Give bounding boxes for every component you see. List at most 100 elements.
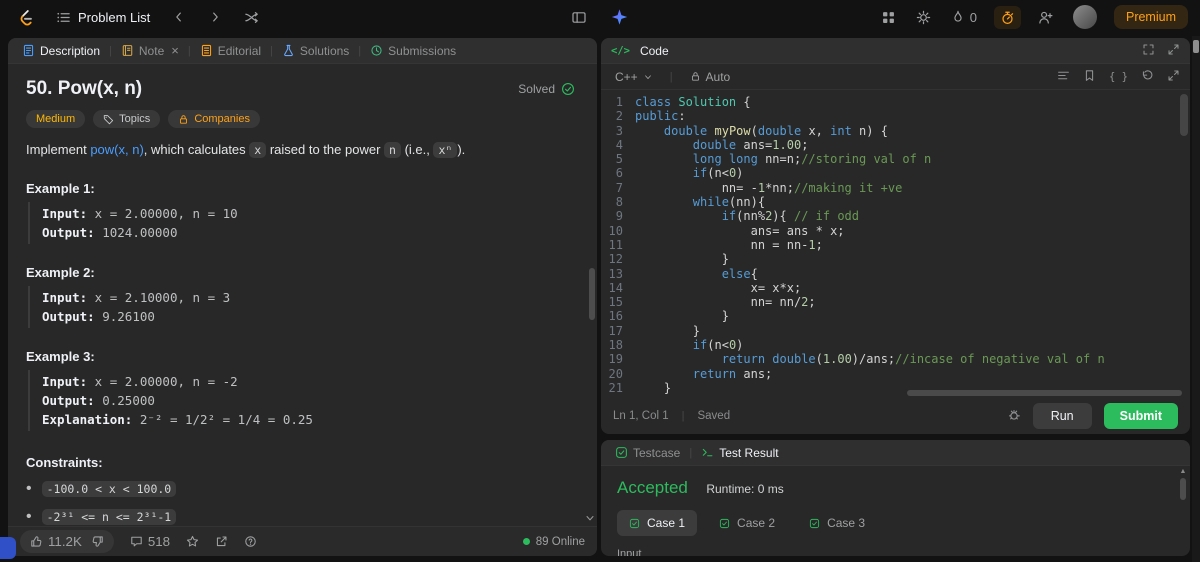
bracket-match-button[interactable]: { }	[1109, 71, 1128, 83]
code-line[interactable]: 4 double ans=1.00;	[601, 138, 1190, 152]
editor-statusbar: Ln 1, Col 1 | Saved Run Submit	[601, 398, 1190, 434]
code-line[interactable]: 12 }	[601, 252, 1190, 266]
code-line[interactable]: 20 return ans;	[601, 367, 1190, 381]
window-scrollbar[interactable]	[1192, 36, 1200, 562]
code-line[interactable]: 19 return double(1.00)/ans;//incase of n…	[601, 352, 1190, 366]
editor-horizontal-scrollbar-thumb[interactable]	[907, 390, 1182, 396]
code-line[interactable]: 17 }	[601, 324, 1190, 338]
case-1-tab[interactable]: Case 1	[617, 510, 698, 536]
auto-save-toggle[interactable]: Auto	[686, 68, 735, 86]
close-note-tab-icon[interactable]: ×	[171, 43, 179, 58]
layout-panel-button[interactable]	[569, 7, 590, 28]
maximize-editor-button[interactable]	[1167, 69, 1180, 85]
code-line[interactable]: 9 if(nn%2){ // if odd	[601, 209, 1190, 223]
tab-separator: |	[358, 44, 362, 57]
code-line[interactable]: 15 nn= nn/2;	[601, 295, 1190, 309]
expand-panel-button[interactable]	[1167, 43, 1180, 59]
language-selector[interactable]: C++	[611, 68, 657, 86]
line-number: 4	[615, 137, 623, 152]
code-line-content: }	[635, 323, 701, 338]
favorite-button[interactable]	[186, 535, 199, 548]
code-line[interactable]: 3 double myPow(double x, int n) {	[601, 124, 1190, 138]
scrollbar-thumb[interactable]	[589, 268, 595, 320]
code-line[interactable]: 18 if(n<0)	[601, 338, 1190, 352]
undo-button[interactable]	[1141, 69, 1154, 85]
code-line[interactable]: 8 while(nn){	[601, 195, 1190, 209]
home-logo-button[interactable]	[12, 5, 37, 30]
dislike-button[interactable]	[91, 535, 104, 548]
window-scrollbar-thumb[interactable]	[1193, 40, 1199, 53]
tab-testcase[interactable]: Testcase	[611, 444, 684, 462]
code-line[interactable]: 14 x= x*x;	[601, 281, 1190, 295]
stopwatch-icon	[1002, 11, 1014, 24]
scrollbar-thumb[interactable]	[1180, 478, 1186, 500]
settings-button[interactable]	[913, 7, 934, 28]
bookmark-button[interactable]	[1083, 69, 1096, 85]
code-line-content: while(nn){	[692, 195, 766, 210]
code-line[interactable]: 7 nn= -1*nn;//making it +ve	[601, 181, 1190, 195]
companies-badge[interactable]: Companies	[168, 110, 260, 128]
submit-button[interactable]: Submit	[1103, 403, 1178, 429]
problem-list-button[interactable]: Problem List	[53, 7, 153, 28]
code-line[interactable]: 6 if(n<0)	[601, 166, 1190, 180]
apps-grid-button[interactable]	[878, 7, 899, 28]
difficulty-badge[interactable]: Medium	[26, 110, 86, 128]
problem-list-label: Problem List	[78, 9, 151, 25]
timer-button[interactable]	[993, 5, 1021, 29]
code-line[interactable]: 1 class Solution {	[601, 95, 1190, 109]
topics-badge[interactable]: Topics	[93, 110, 161, 128]
description-scrollbar[interactable]	[586, 64, 596, 526]
tab-description[interactable]: Description	[18, 42, 104, 60]
case-check-icon	[719, 518, 730, 528]
line-number: 6	[615, 166, 623, 181]
tab-editorial[interactable]: Editorial	[196, 42, 265, 60]
feedback-button[interactable]	[244, 535, 257, 548]
format-code-button[interactable]	[1057, 69, 1070, 85]
premium-button[interactable]: Premium	[1113, 5, 1188, 29]
code-editor[interactable]: 1 class Solution {2 public: 3 double myPow(…	[601, 90, 1190, 398]
editor-vertical-scrollbar-thumb[interactable]	[1180, 94, 1188, 136]
share-button[interactable]	[215, 535, 228, 548]
user-menu-button[interactable]	[1070, 2, 1100, 32]
code-line[interactable]: 10 ans= ans * x;	[601, 224, 1190, 238]
tab-test-result[interactable]: Test Result	[697, 444, 782, 462]
fullscreen-button[interactable]	[1142, 43, 1155, 59]
companies-label: Companies	[194, 113, 250, 125]
comment-count: 518	[147, 534, 171, 549]
line-number: 11	[608, 237, 623, 252]
statement-text: , which calculates	[143, 142, 250, 157]
pow-link[interactable]: pow(x, n)	[90, 142, 143, 157]
problem-description: 50. Pow(x, n) Solved Medium Topics Compa…	[8, 64, 589, 526]
line-number: 5	[615, 152, 623, 167]
comments-button[interactable]: 518	[130, 534, 170, 549]
like-button[interactable]: 11.2K	[30, 534, 82, 549]
floating-widget-button[interactable]	[0, 537, 16, 559]
case-3-tab[interactable]: Case 3	[797, 510, 877, 536]
tab-submissions[interactable]: Submissions	[366, 42, 460, 60]
code-line[interactable]: 13 else{	[601, 267, 1190, 281]
code-line[interactable]: 2 public:	[601, 109, 1190, 123]
run-button[interactable]: Run	[1032, 403, 1092, 429]
next-problem-button[interactable]	[205, 7, 225, 27]
code-line[interactable]: 5 long long nn=n;//storing val of n	[601, 152, 1190, 166]
debug-button[interactable]	[1007, 408, 1021, 425]
result-scrollbar[interactable]: ▲	[1178, 468, 1188, 554]
code-line[interactable]: 11 nn = nn-1;	[601, 238, 1190, 252]
streak-button[interactable]: 0	[948, 7, 980, 28]
tab-solutions[interactable]: Solutions	[278, 42, 353, 60]
code-line[interactable]: 16 }	[601, 309, 1190, 323]
prev-problem-button[interactable]	[169, 7, 189, 27]
ai-assistant-button[interactable]	[608, 5, 632, 29]
output-label: Output:	[42, 225, 95, 240]
code-line-content: ans= ans * x;	[635, 223, 845, 238]
scroll-up-arrow-icon[interactable]: ▲	[1180, 468, 1187, 475]
tab-separator: |	[187, 44, 191, 57]
scroll-down-chevron-icon[interactable]	[584, 512, 596, 524]
streak-count: 0	[969, 9, 977, 25]
input-label: Input:	[42, 374, 88, 389]
tab-note[interactable]: Note ×	[117, 41, 183, 60]
invite-friends-button[interactable]	[1035, 7, 1056, 28]
random-problem-button[interactable]	[241, 7, 262, 28]
runtime-value: Runtime: 0 ms	[706, 482, 784, 496]
case-2-tab[interactable]: Case 2	[707, 510, 787, 536]
